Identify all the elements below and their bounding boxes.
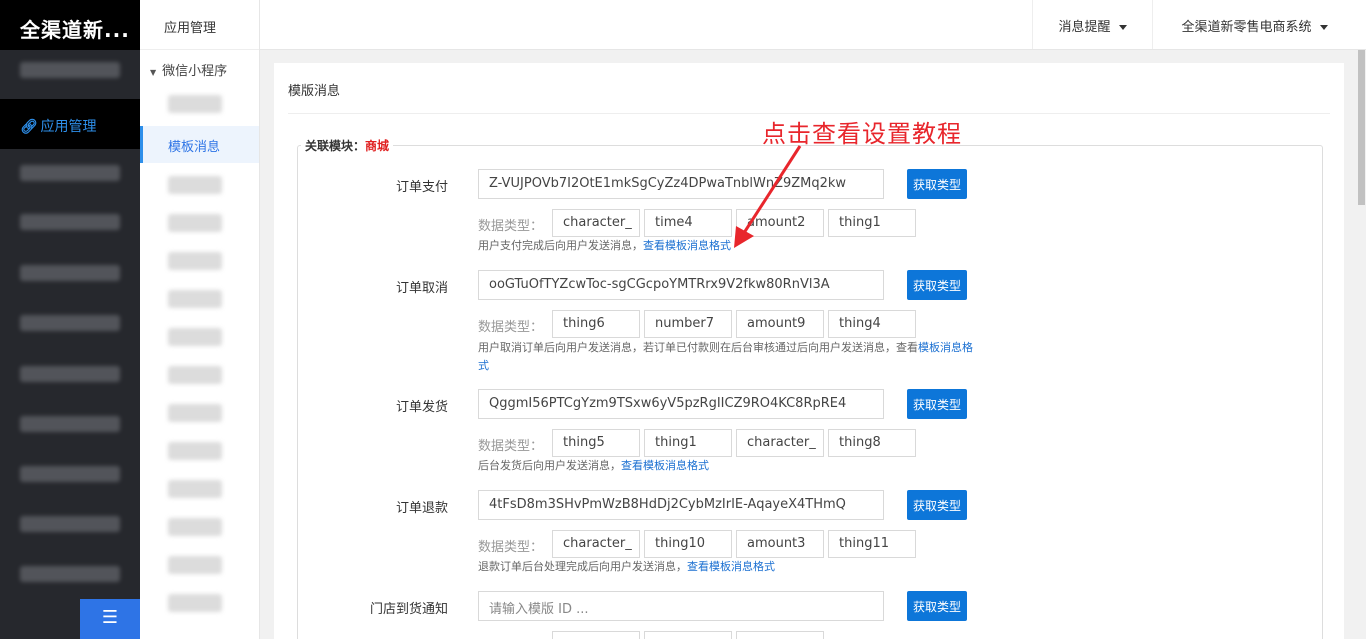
row-label-order-cancel: 订单取消 [395,281,448,296]
data-type-field[interactable]: number7 [644,310,732,338]
sidebar-item-blurred[interactable] [20,366,120,382]
sidebar-item-blurred[interactable] [20,516,120,532]
sidebar-item-blurred[interactable] [20,165,120,181]
sidebar-item-blurred[interactable] [20,315,120,331]
subnav-item-blurred[interactable] [168,556,222,574]
caret-down-icon: ▼ [150,68,157,77]
data-type-field[interactable]: amount9 [736,310,824,338]
data-type-field[interactable]: thing4 [828,310,916,338]
subnav-group-wechat-miniprogram[interactable]: ▼ 微信小程序 [140,50,259,86]
link-icon: 🔗︎ [20,119,38,135]
data-type-field[interactable]: thing10 [644,530,732,558]
subnav-item-blurred[interactable] [168,95,222,113]
view-format-link[interactable]: 查看模板消息格式 [687,560,775,573]
get-type-button[interactable]: 获取类型 [907,591,967,621]
get-type-button[interactable]: 获取类型 [907,389,967,419]
page-scrollbar[interactable] [1357,50,1366,639]
subnav-item-blurred[interactable] [168,366,222,384]
get-type-button[interactable]: 获取类型 [907,490,967,520]
row-label-order-refund: 订单退款 [395,501,448,516]
hint-text: 退款订单后台处理完成后向用户发送消息， [478,560,687,573]
subnav-item-blurred[interactable] [168,518,222,536]
data-type-field[interactable]: time4 [644,209,732,237]
data-type-field[interactable]: character_ [552,530,640,558]
subnav-item-blurred[interactable] [168,176,222,194]
data-type-field[interactable]: thing6 [552,310,640,338]
subnav-header: 应用管理 [140,0,259,50]
hint-text: 用户支付完成后向用户发送消息， [478,239,643,252]
view-format-link[interactable]: 查看模板消息格式 [621,459,709,472]
row-hint: 用户取消订单后向用户发送消息，若订单已付款则在后台审核通过后向用户发送消息，查看… [478,339,978,375]
data-type-field[interactable]: thing8 [828,429,916,457]
top-header: 消息提醒 全渠道新零售电商系统 [260,0,1366,50]
caret-down-icon [1319,25,1328,30]
collapse-menu-button[interactable]: ☰ [80,599,140,639]
row-hint: 退款订单后台处理完成后向用户发送消息，查看模板消息格式 [478,558,775,576]
data-type-field[interactable]: thing11 [828,530,916,558]
sidebar-item-blurred[interactable] [20,265,120,281]
scrollbar-thumb[interactable] [1358,50,1365,205]
collapse-menu-icon: ☰ [101,607,119,628]
row-label-order-shipping: 订单发货 [395,400,448,415]
page-title: 模版消息 [288,84,341,99]
data-type-field[interactable]: character_ [552,209,640,237]
row-hint: 后台发货后向用户发送消息，查看模板消息格式 [478,457,709,475]
template-id-input[interactable]: 请输入模版 ID ... [478,591,884,621]
get-type-button[interactable]: 获取类型 [907,270,967,300]
data-type-field[interactable]: thing1 [644,429,732,457]
subnav-item-blurred[interactable] [168,442,222,460]
data-type-label: 数据类型： [478,439,544,454]
sub-navigation: 应用管理 ▼ 微信小程序 模板消息 [140,0,260,639]
view-format-link[interactable]: 查看模板消息格式 [643,239,731,252]
template-id-input[interactable]: Z-VUJPOVb7I2OtE1mkSgCyZz4DPwaTnblWnZ9ZMq… [478,169,884,199]
row-label-order-payment: 订单支付 [395,180,448,195]
subnav-item-blurred[interactable] [168,328,222,346]
sidebar-item-blurred[interactable] [20,214,120,230]
subnav-item-blurred[interactable] [168,480,222,498]
data-type-field[interactable] [736,631,824,639]
notifications-label: 消息提醒 [1058,20,1111,35]
subnav-item-blurred[interactable] [168,404,222,422]
system-label: 全渠道新零售电商系统 [1181,20,1312,35]
hint-text: 用户取消订单后向用户发送消息，若订单已付款则在后台审核通过后向用户发送消息，查看 [478,341,918,354]
app-logo: 全渠道新... [0,0,140,50]
template-id-input[interactable]: QggmI56PTCgYzm9TSxw6yV5pzRgIICZ9RO4KC8Rp… [478,389,884,419]
sidebar-item-blurred[interactable] [20,62,120,78]
data-type-field[interactable] [644,631,732,639]
subnav-group-label: 微信小程序 [162,64,228,79]
template-id-input[interactable]: ooGTuOfTYZcwToc-sgCGcpoYMTRrx9V2fkw80RnV… [478,270,884,300]
subnav-item-template-message[interactable]: 模板消息 [140,126,259,163]
sidebar-item-blurred[interactable] [20,466,120,482]
row-label-store-arrival: 门店到货通知 [369,602,448,617]
data-type-field[interactable] [552,631,640,639]
module-value: 商城 [365,139,390,153]
main-sidebar: 全渠道新... 🔗︎ 应用管理 ☰ [0,0,140,639]
data-type-label: 数据类型： [478,219,544,234]
system-dropdown[interactable]: 全渠道新零售电商系统 [1152,0,1356,49]
subnav-item-blurred[interactable] [168,594,222,612]
subnav-item-blurred[interactable] [168,214,222,232]
sidebar-item-blurred[interactable] [20,416,120,432]
caret-down-icon [1118,25,1127,30]
data-type-field[interactable]: amount3 [736,530,824,558]
data-type-label: 数据类型： [478,540,544,555]
sidebar-item-app-management[interactable]: 🔗︎ 应用管理 [0,99,140,149]
sidebar-item-label: 应用管理 [40,119,97,135]
subnav-item-blurred[interactable] [168,290,222,308]
hint-text: 后台发货后向用户发送消息， [478,459,621,472]
data-type-field[interactable]: thing5 [552,429,640,457]
data-type-field[interactable]: character_ [736,429,824,457]
module-label: 关联模块： [305,139,366,153]
notifications-dropdown[interactable]: 消息提醒 [1032,0,1152,49]
data-type-label: 数据类型： [478,320,544,335]
sidebar-item-blurred[interactable] [20,566,120,582]
subnav-item-blurred[interactable] [168,252,222,270]
module-legend: 关联模块：商城 [301,137,394,154]
get-type-button[interactable]: 获取类型 [907,169,967,199]
data-type-field[interactable]: thing1 [828,209,916,237]
annotation-arrow-icon [734,145,802,248]
template-id-input[interactable]: 4tFsD8m3SHvPmWzB8HdDj2CybMzIrIE-AqayeX4T… [478,490,884,520]
row-hint: 用户支付完成后向用户发送消息，查看模板消息格式 [478,237,731,255]
